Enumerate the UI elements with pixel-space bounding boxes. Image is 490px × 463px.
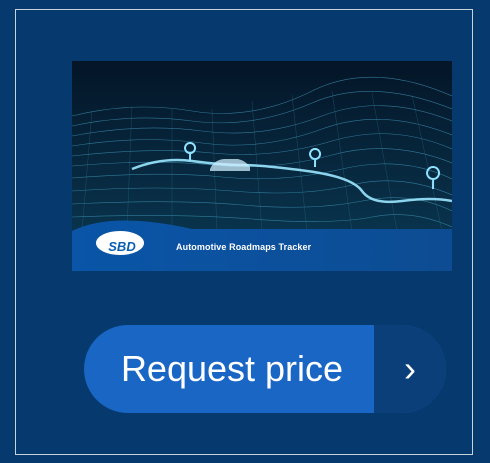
- request-price-label: Request price: [120, 348, 344, 389]
- banner-title: Automotive Roadmaps Tracker: [176, 242, 312, 252]
- product-banner-image: SBD Automotive Roadmaps Tracker: [72, 61, 452, 271]
- sbd-logo-text: SBD: [108, 238, 136, 254]
- request-price-button[interactable]: Request price ›: [84, 325, 446, 413]
